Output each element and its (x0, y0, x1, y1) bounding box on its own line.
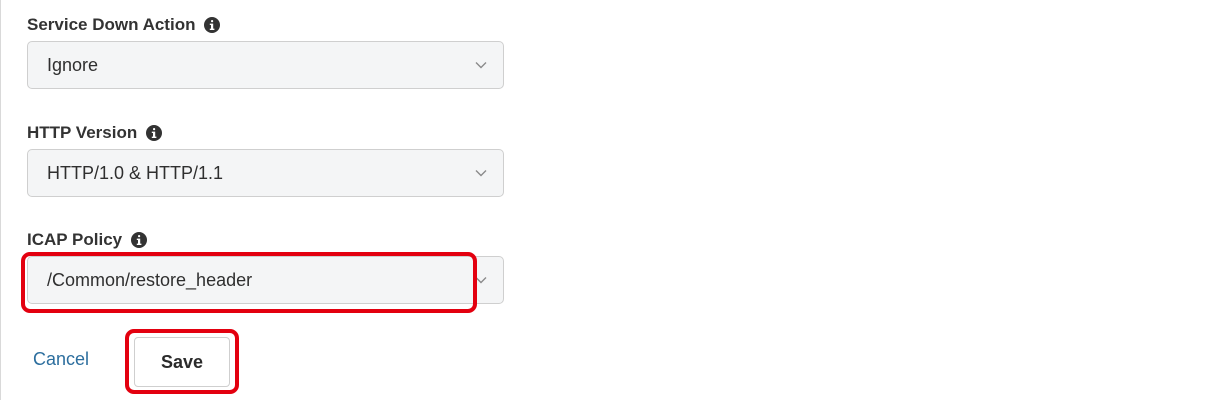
chevron-down-icon (475, 62, 487, 69)
icap-policy-highlight (21, 252, 477, 313)
http-version-label: HTTP Version (27, 123, 138, 142)
http-version-value: HTTP/1.0 & HTTP/1.1 (47, 163, 224, 183)
service-down-action-value: Ignore (47, 55, 99, 75)
service-down-action-label: Service Down Action (27, 15, 196, 34)
http-version-select[interactable]: HTTP/1.0 & HTTP/1.1 (27, 149, 504, 197)
cancel-link[interactable]: Cancel (33, 349, 89, 370)
http-version-label-row: HTTP Version (27, 122, 163, 144)
chevron-down-icon (475, 170, 487, 177)
info-circle-icon[interactable] (146, 125, 163, 141)
icap-policy-field: ICAP Policy /Common/restore_header (27, 229, 504, 304)
icap-policy-label: ICAP Policy (27, 230, 123, 249)
save-button-highlight (125, 329, 239, 394)
service-down-action-field: Service Down Action Ignore (27, 14, 504, 89)
http-version-field: HTTP Version HTTP/1.0 & HTTP/1.1 (27, 122, 504, 197)
info-circle-icon[interactable] (131, 232, 148, 248)
icap-policy-label-row: ICAP Policy (27, 229, 148, 251)
info-circle-icon[interactable] (204, 17, 221, 33)
panel-left-border (0, 0, 1, 400)
service-down-action-select[interactable]: Ignore (27, 41, 504, 89)
service-down-action-label-row: Service Down Action (27, 14, 221, 36)
